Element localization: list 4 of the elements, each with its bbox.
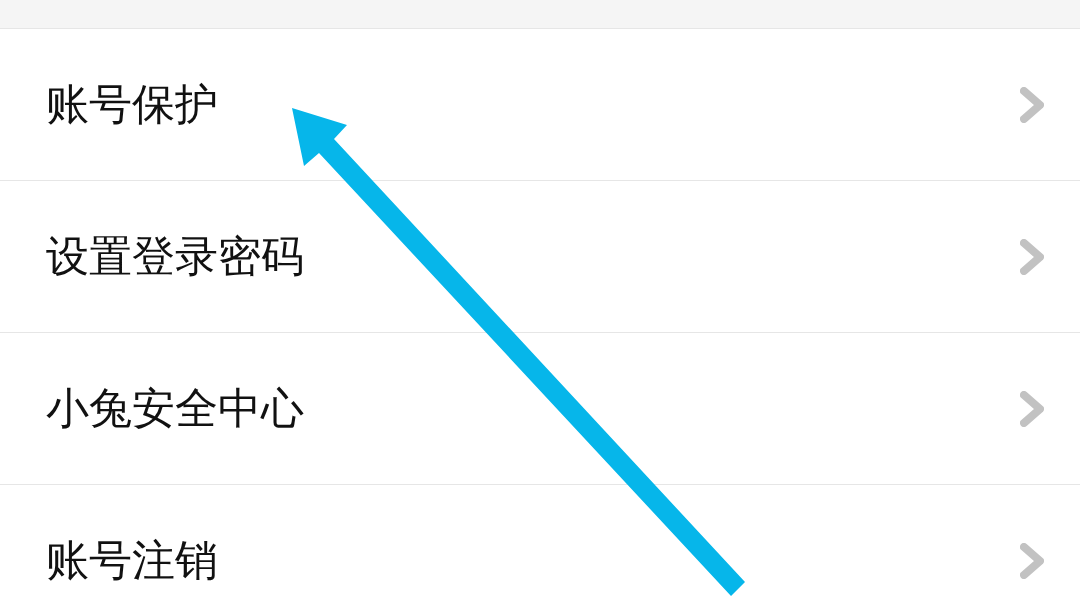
chevron-right-icon (1020, 390, 1044, 427)
chevron-right-icon (1020, 86, 1044, 123)
chevron-right-icon (1020, 238, 1044, 275)
chevron-right-icon (1020, 542, 1044, 579)
